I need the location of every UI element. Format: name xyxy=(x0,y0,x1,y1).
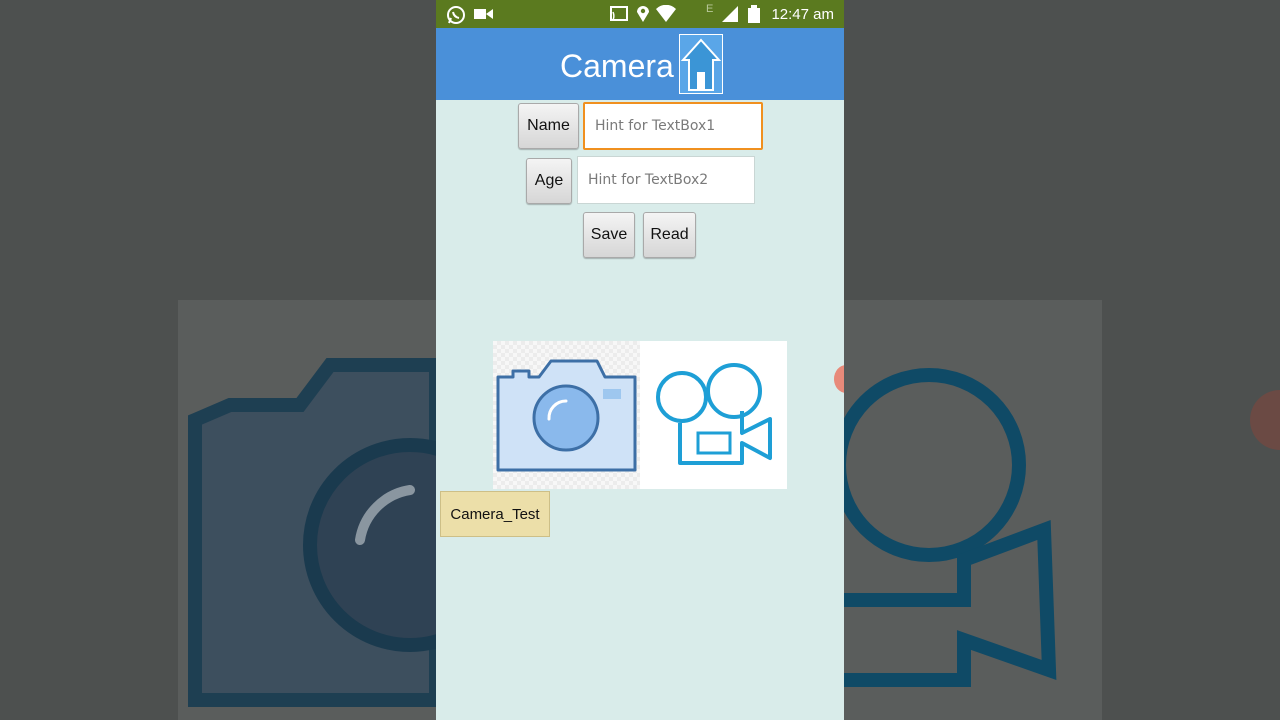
blurred-video-icon xyxy=(844,368,1280,687)
battery-icon xyxy=(748,5,760,23)
location-icon xyxy=(637,6,649,22)
title-bar: Camera xyxy=(436,28,844,100)
name-label-button[interactable]: Name xyxy=(518,103,579,149)
save-button[interactable]: Save xyxy=(583,212,635,258)
camera-test-button[interactable]: Camera_Test xyxy=(440,491,550,537)
camera-image-button[interactable] xyxy=(493,341,640,489)
movie-camera-icon xyxy=(656,363,772,465)
read-button[interactable]: Read xyxy=(643,212,696,258)
whatsapp-icon xyxy=(447,6,465,24)
age-input[interactable] xyxy=(577,156,755,204)
house-logo-icon xyxy=(679,34,723,94)
background-left xyxy=(0,0,436,720)
name-input[interactable] xyxy=(583,102,763,150)
background-right xyxy=(844,0,1280,720)
video-camera-icon xyxy=(474,9,493,19)
wifi-icon xyxy=(656,5,676,22)
photo-camera-icon xyxy=(496,359,637,472)
network-type-label: E xyxy=(706,3,714,15)
status-time: 12:47 am xyxy=(771,6,834,23)
signal-icon xyxy=(722,6,738,22)
status-bar: E 12:47 am xyxy=(436,0,844,28)
cast-icon xyxy=(610,6,628,21)
floating-bubble[interactable] xyxy=(834,365,844,393)
video-image-button[interactable] xyxy=(640,341,787,489)
app-title: Camera xyxy=(560,48,674,84)
phone-screen: E 12:47 am Camera Name Age Save Read xyxy=(436,0,844,720)
blurred-camera-icon xyxy=(188,358,436,707)
age-label-button[interactable]: Age xyxy=(526,158,572,204)
